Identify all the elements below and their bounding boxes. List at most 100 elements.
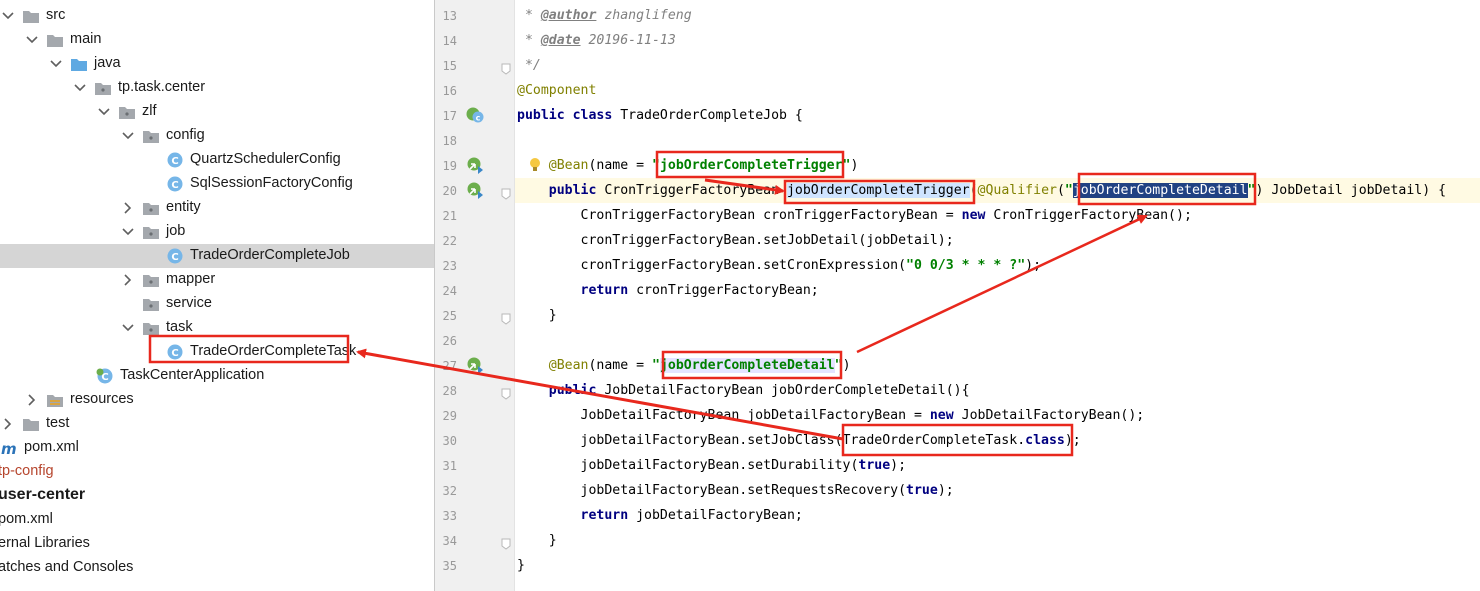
tree-item[interactable]: ernal Libraries [0,532,434,556]
chevron-down-icon[interactable] [97,104,111,120]
code-token: @Bean [548,158,589,173]
line-number: 31 [442,459,457,473]
code-line[interactable]: @Bean(name = "jobOrderCompleteTrigger") [517,153,858,178]
code-token: jobOrderCompleteDetail [1072,183,1248,198]
chevron-down-icon[interactable] [25,32,39,48]
class-gutter-icon[interactable]: c [465,106,485,124]
code-token: ( [1056,183,1065,198]
line-number: 30 [442,434,457,448]
tree-item[interactable]: entity [0,196,434,220]
code-line[interactable]: * @date 20196-11-13 [517,28,676,53]
code-token: return [580,508,637,523]
tree-item[interactable]: C TradeOrderCompleteTask [0,340,434,364]
code-line[interactable]: } [517,528,557,553]
code-token: ) [842,358,851,373]
fold-marker-icon[interactable] [500,535,512,550]
code-line[interactable]: public JobDetailFactoryBean jobOrderComp… [517,378,970,403]
line-number: 32 [442,484,457,498]
svg-text:C: C [171,156,178,167]
line-number: 14 [442,34,457,48]
tree-item[interactable]: zlf [0,100,434,124]
tree-item[interactable]: java [0,52,434,76]
chevron-down-icon[interactable] [1,8,15,24]
tree-item[interactable]: service [0,292,434,316]
code-line[interactable]: @Bean(name = "jobOrderCompleteDetail") [517,353,851,378]
code-line[interactable]: jobDetailFactoryBean.setJobClass(TradeOr… [517,428,1081,453]
code-line[interactable]: return jobDetailFactoryBean; [517,503,803,528]
code-line[interactable]: @Component [517,78,596,103]
chevron-right-icon[interactable] [121,272,135,288]
tree-item[interactable]: src [0,4,434,28]
chevron-right-icon[interactable] [25,392,39,408]
tree-item[interactable]: atches and Consoles [0,556,434,580]
code-token: ) JobDetail jobDetail) { [1255,183,1447,198]
chevron-right-icon[interactable] [121,200,135,216]
code-line[interactable]: jobDetailFactoryBean.setDurability(true)… [517,453,907,478]
bean-gutter-icon[interactable] [465,356,485,374]
tree-item[interactable]: main [0,28,434,52]
tree-item[interactable]: task [0,316,434,340]
chevron-down-icon[interactable] [73,80,87,96]
code-line[interactable]: * @author zhanglifeng [517,3,692,28]
tree-item[interactable]: resources [0,388,434,412]
code-token: ( [969,183,978,198]
chevron-down-icon[interactable] [49,56,63,72]
fold-marker-icon[interactable] [500,310,512,325]
chevron-down-icon[interactable] [121,128,135,144]
line-number: 16 [442,84,457,98]
tree-item[interactable]: C QuartzSchedulerConfig [0,148,434,172]
tree-item[interactable]: m pom.xml [0,436,434,460]
code-line[interactable]: CronTriggerFactoryBean cronTriggerFactor… [517,203,1192,228]
tree-item[interactable]: job [0,220,434,244]
chevron-down-icon[interactable] [121,320,135,336]
code-line[interactable]: public class TradeOrderCompleteJob { [517,103,803,128]
chevron-right-icon[interactable] [1,416,15,432]
code-token: 20196-11-13 [580,33,676,48]
code-token: public [548,183,605,198]
tree-item[interactable]: tp-config [0,460,434,484]
bean-gutter-icon[interactable] [465,156,485,174]
code-line[interactable]: cronTriggerFactoryBean.setCronExpression… [517,253,1042,278]
chevron-down-icon[interactable] [121,224,135,240]
tree-item-label: SqlSessionFactoryConfig [190,175,353,191]
tree-item[interactable]: user-center [0,484,434,508]
tree-item[interactable]: C SqlSessionFactoryConfig [0,172,434,196]
code-token: } [517,558,525,573]
bean-gutter-icon[interactable] [465,181,485,199]
code-token: cronTriggerFactoryBean.setJobDetail(jobD… [517,233,954,248]
fold-marker-icon[interactable] [500,185,512,200]
tree-item[interactable]: test [0,412,434,436]
code-editor[interactable]: 13 14 15 16 17 c 18 19 20 21 22 23 24 25 26 27 28 29 30 31 3… [435,0,1480,591]
tree-item[interactable]: C TradeOrderCompleteJob [0,244,434,268]
code-line[interactable]: jobDetailFactoryBean.setRequestsRecovery… [517,478,954,503]
code-token: ); [937,483,954,498]
tree-item[interactable]: pom.xml [0,508,434,532]
code-line[interactable]: } [517,303,557,328]
tree-item[interactable]: C TaskCenterApplication [0,364,434,388]
tree-item-label: entity [166,199,201,215]
tree-item[interactable]: mapper [0,268,434,292]
code-token: ); [890,458,907,473]
tree-item-label: user-center [0,486,86,503]
code-line[interactable]: return cronTriggerFactoryBean; [517,278,819,303]
line-number: 29 [442,409,457,423]
code-line[interactable]: JobDetailFactoryBean jobDetailFactoryBea… [517,403,1145,428]
fold-marker-icon[interactable] [500,385,512,400]
code-line[interactable]: } [517,553,525,578]
tree-item[interactable]: config [0,124,434,148]
line-number: 28 [442,384,457,398]
lightbulb-icon[interactable] [529,157,541,173]
code-token: new [929,408,962,423]
code-token: cronTriggerFactoryBean.setCronExpression… [517,258,907,273]
tree-item[interactable]: tp.task.center [0,76,434,100]
code-line[interactable]: */ [517,53,541,78]
code-token: jobDetailFactoryBean; [636,508,803,523]
fold-marker-icon[interactable] [500,60,512,75]
line-number: 19 [442,159,457,173]
code-line[interactable]: public CronTriggerFactoryBean jobOrderCo… [517,178,1446,203]
tree-item-label: pom.xml [0,511,53,527]
code-line[interactable]: cronTriggerFactoryBean.setJobDetail(jobD… [517,228,954,253]
code-token: jobOrderCompleteDetail [659,358,835,373]
